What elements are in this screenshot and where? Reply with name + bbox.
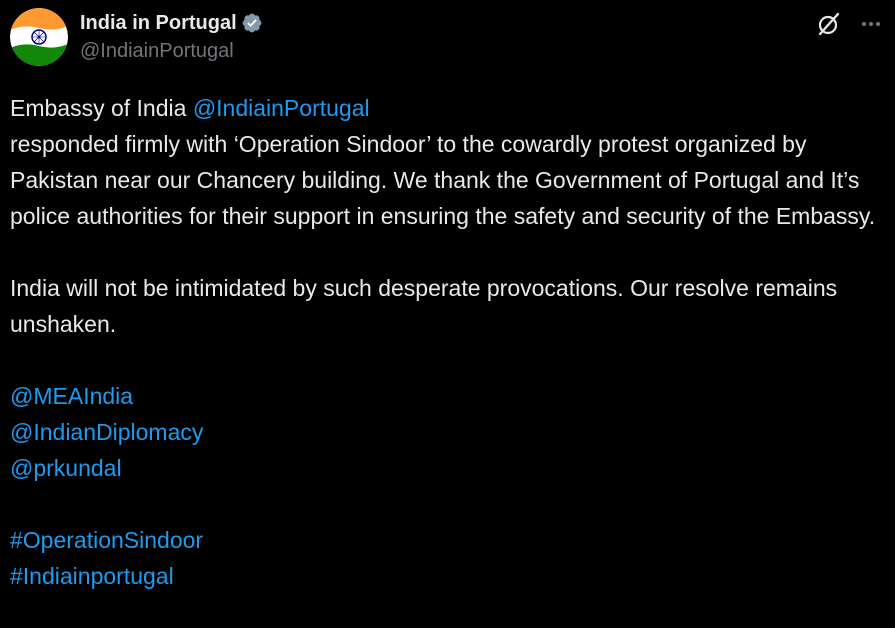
avatar[interactable] (10, 8, 68, 66)
tweet-header: India in Portugal @IndiainPortugal (10, 8, 885, 68)
grok-icon[interactable] (815, 10, 843, 38)
tweet-paragraph-1: responded firmly with ‘Operation Sindoor… (10, 131, 876, 229)
author-handle[interactable]: @IndiainPortugal (80, 40, 263, 63)
mention-link[interactable]: @prkundal (10, 455, 122, 481)
tweet-paragraph-2: India will not be intimidated by such de… (10, 275, 838, 337)
verified-badge-icon[interactable] (241, 12, 263, 34)
intro-text: Embassy of India (10, 95, 193, 121)
display-name[interactable]: India in Portugal (80, 12, 237, 35)
hashtag-link[interactable]: #Indiainportugal (10, 563, 174, 589)
india-flag-avatar-icon (10, 8, 68, 66)
hashtag-link[interactable]: #OperationSindoor (10, 527, 203, 553)
header-actions (815, 10, 885, 38)
tweet-text: Embassy of India @IndiainPortugal respon… (10, 90, 885, 594)
mention-link[interactable]: @MEAIndia (10, 383, 133, 409)
more-icon[interactable] (857, 10, 885, 38)
mention-link[interactable]: @IndianDiplomacy (10, 419, 203, 445)
display-name-row: India in Portugal (80, 8, 263, 38)
tweet-line-1: Embassy of India @IndiainPortugal (10, 90, 885, 126)
author-block: India in Portugal @IndiainPortugal (80, 8, 263, 63)
mention-link[interactable]: @IndiainPortugal (193, 95, 370, 121)
